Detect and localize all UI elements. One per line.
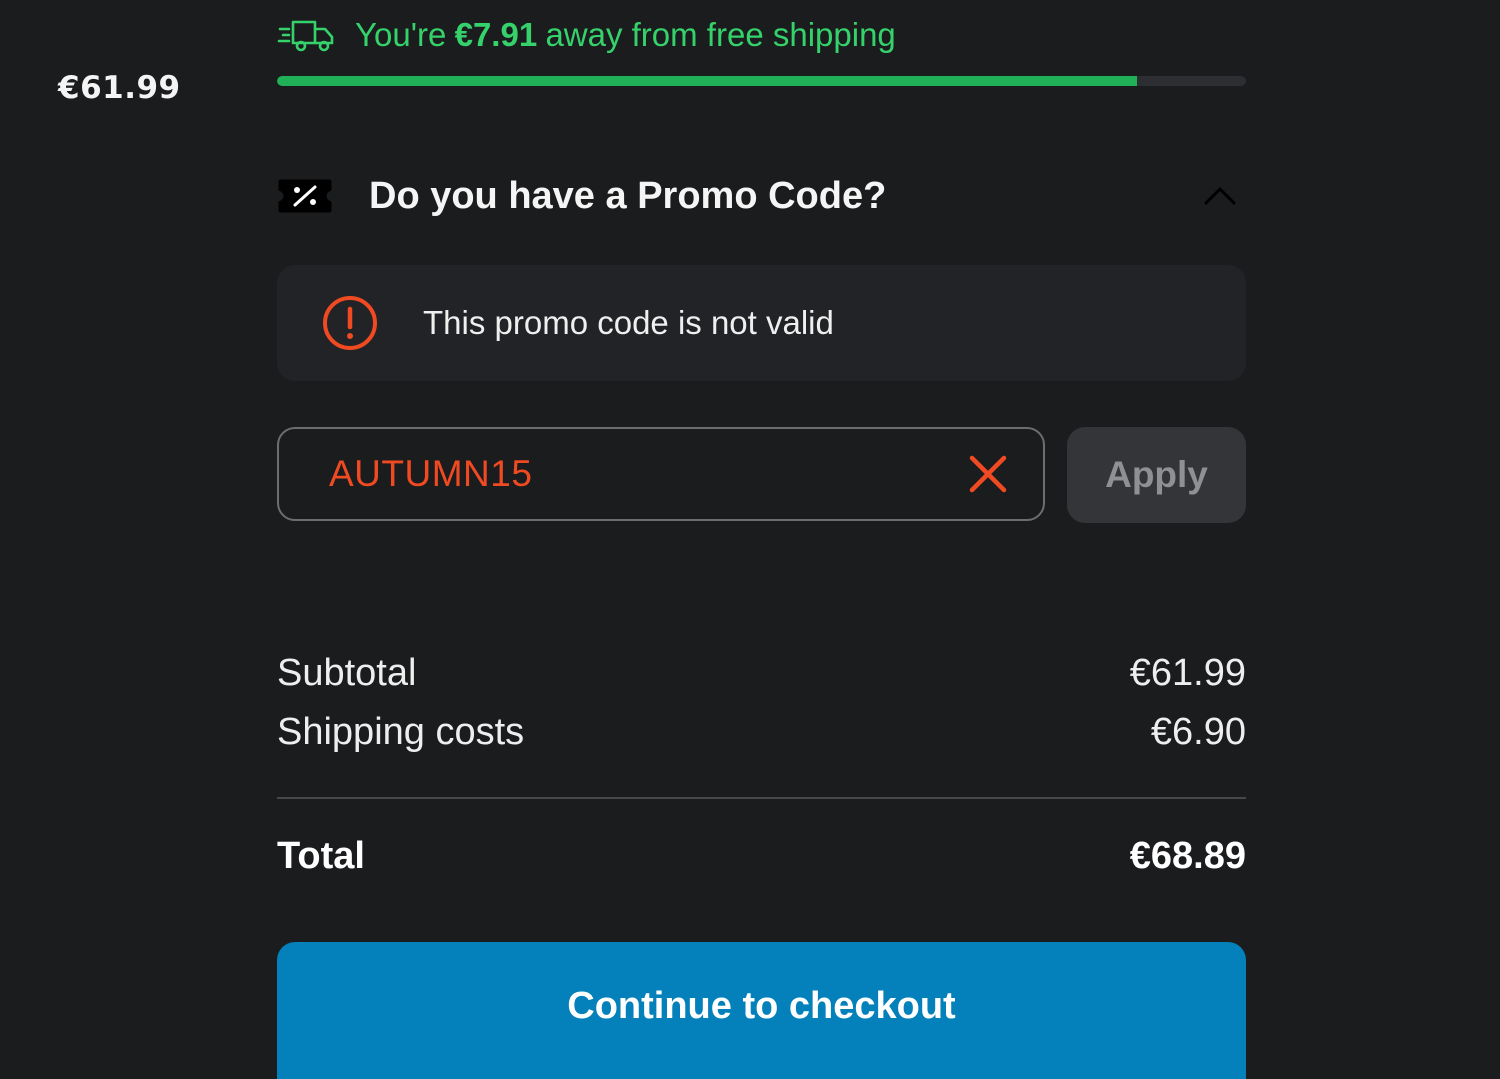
alert-circle-icon	[323, 296, 377, 350]
cart-summary-page: €61.99 You're €7.91 away from free shipp…	[0, 0, 1500, 1079]
promo-code-field[interactable]	[277, 427, 1045, 521]
promo-code-input[interactable]	[327, 452, 965, 496]
total-row: Total €68.89	[277, 835, 1246, 878]
percent-tag-icon	[278, 179, 332, 213]
shipping-text-after: away from free shipping	[545, 16, 896, 53]
summary-divider	[277, 797, 1246, 799]
shipping-progress-fill	[277, 76, 1138, 86]
shipping-progress-bar	[277, 76, 1246, 86]
chevron-up-icon[interactable]	[1202, 184, 1238, 208]
total-label: Total	[277, 835, 365, 877]
free-shipping-banner: You're €7.91 away from free shipping	[277, 12, 896, 58]
subtotal-value: €61.99	[1129, 652, 1246, 694]
promo-error-text: This promo code is not valid	[423, 304, 834, 341]
total-value: €68.89	[1129, 835, 1246, 877]
shipping-costs-value: €6.90	[1150, 711, 1246, 753]
shipping-costs-label: Shipping costs	[277, 711, 525, 753]
continue-to-checkout-button[interactable]: Continue to checkout	[277, 942, 1246, 1079]
item-price: €61.99	[58, 70, 181, 106]
truck-icon	[277, 20, 334, 52]
subtotal-row: Subtotal €61.99	[277, 652, 1246, 695]
apply-promo-button[interactable]: Apply	[1067, 427, 1246, 523]
promo-error-message: This promo code is not valid	[277, 265, 1246, 381]
subtotal-label: Subtotal	[277, 652, 417, 694]
shipping-costs-row: Shipping costs €6.90	[277, 711, 1246, 754]
promo-code-heading: Do you have a Promo Code?	[369, 174, 887, 217]
close-icon[interactable]	[965, 451, 1011, 497]
promo-code-toggle[interactable]: Do you have a Promo Code?	[277, 165, 1246, 227]
shipping-remaining-amount: €7.91	[454, 16, 538, 53]
shipping-text-before: You're	[355, 16, 447, 53]
